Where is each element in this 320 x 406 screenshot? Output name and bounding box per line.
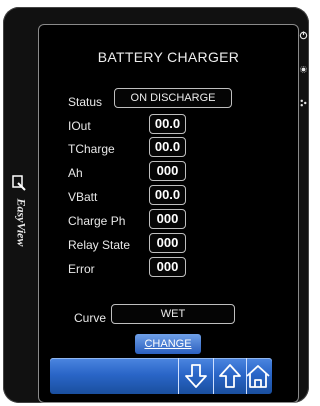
brand-text: EasyView (14, 198, 29, 247)
home-icon[interactable] (244, 362, 276, 390)
field-label-error: Error (68, 262, 95, 276)
field-label-relay-state: Relay State (68, 238, 131, 252)
share-icon[interactable] (300, 99, 307, 109)
page-title: BATTERY CHARGER (97, 49, 240, 65)
power-icon[interactable] (299, 31, 308, 42)
sun-icon[interactable] (300, 65, 307, 75)
curve-value: WET (111, 304, 235, 324)
field-label-charge-ph: Charge Ph (68, 214, 126, 228)
field-value-relay-state: 000 (149, 233, 186, 253)
change-button[interactable]: CHANGE (135, 334, 201, 354)
field-value-charge-ph: 000 (149, 209, 186, 229)
field-label-vbatt: VBatt (68, 190, 98, 204)
field-label-ah: Ah (68, 166, 83, 180)
field-label-tcharge: TCharge (68, 142, 115, 156)
field-label-iout: IOut (68, 119, 91, 133)
arrow-down-icon[interactable] (180, 362, 212, 390)
device-frame: EasyView BATTERY CHARGER Status ON DISCH… (3, 7, 309, 403)
brand-icon (12, 175, 26, 194)
arrow-up-icon[interactable] (214, 362, 246, 390)
brand-logo: EasyView (9, 175, 31, 265)
curve-label: Curve (74, 311, 107, 325)
nav-divider (178, 358, 179, 394)
nav-bar (50, 358, 272, 394)
display-screen: BATTERY CHARGER Status ON DISCHARGE IOut… (38, 24, 299, 403)
field-value-error: 000 (149, 257, 186, 277)
field-value-ah: 000 (149, 161, 186, 181)
status-label: Status (68, 95, 103, 109)
field-value-iout: 00.0 (149, 114, 186, 134)
status-value: ON DISCHARGE (114, 88, 232, 108)
field-value-vbatt: 00.0 (149, 185, 186, 205)
field-value-tcharge: 00.0 (149, 137, 186, 157)
